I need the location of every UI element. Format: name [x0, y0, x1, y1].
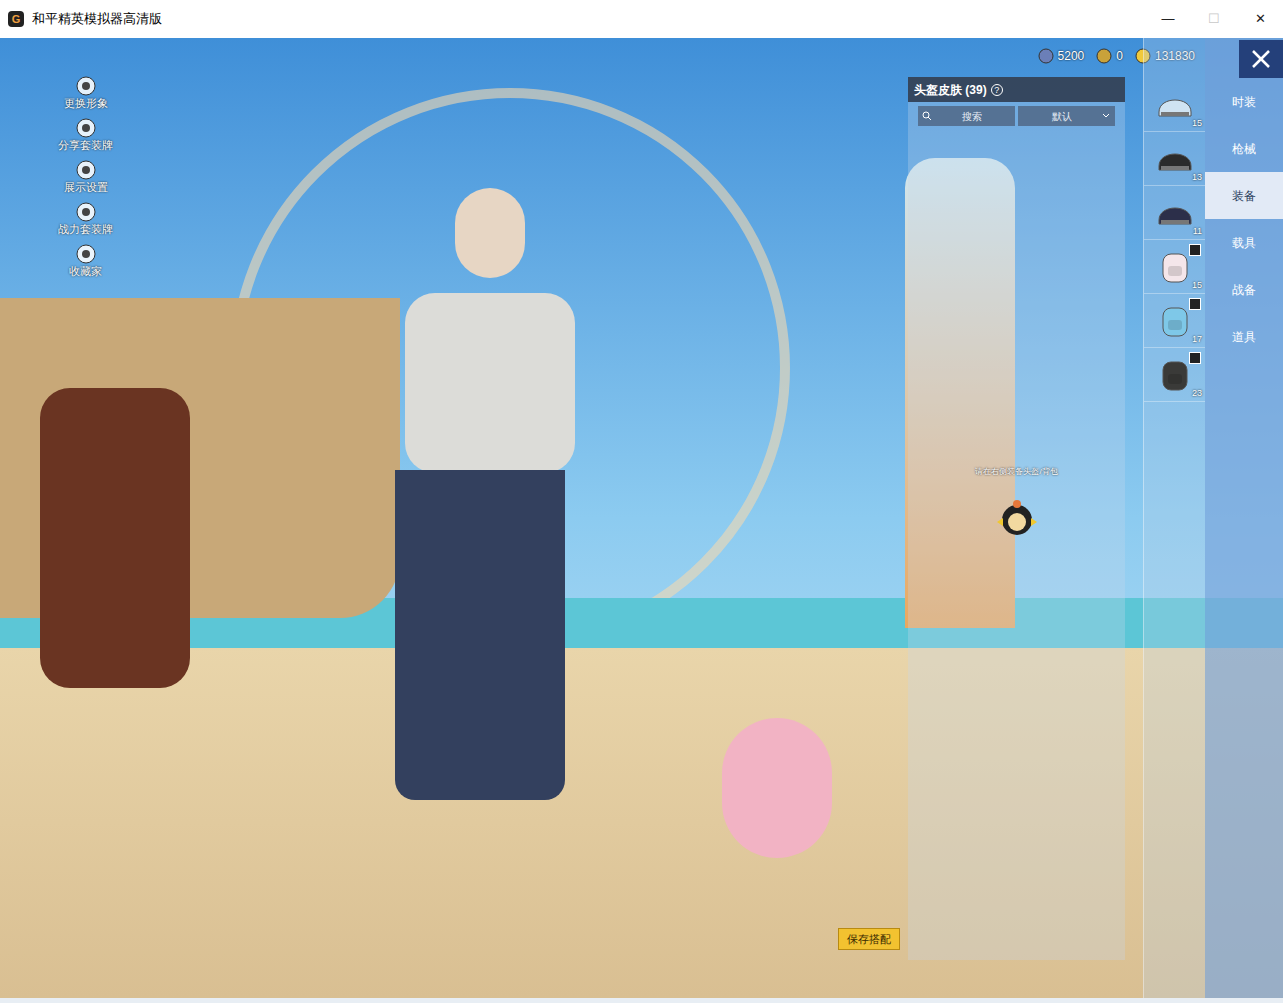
search-icon	[922, 111, 932, 121]
empty-hint: 请在右侧装备头盔/背包	[975, 466, 1057, 478]
scene-character-jeans	[395, 470, 565, 800]
side-menu-item[interactable]: 展示设置	[64, 160, 108, 194]
menu-icon	[76, 160, 96, 180]
slot-level: 15	[1192, 279, 1202, 293]
slot-level: 13	[1192, 171, 1202, 185]
category-tab[interactable]: 装备	[1205, 172, 1283, 219]
equipment-slot[interactable]: 17	[1144, 294, 1205, 348]
side-menu-item[interactable]: 更换形象	[64, 76, 108, 110]
badge-icon	[1189, 298, 1201, 310]
panel-header: 头盔皮肤 (39)?	[908, 77, 1125, 102]
side-menu-item[interactable]: 分享套装牌	[58, 118, 113, 152]
category-tab[interactable]: 道具	[1205, 313, 1283, 360]
menu-icon	[76, 244, 96, 264]
category-tab[interactable]: 枪械	[1205, 125, 1283, 172]
side-menu-item[interactable]: 战力套装牌	[58, 202, 113, 236]
close-button[interactable]	[1239, 40, 1283, 78]
equipment-slot[interactable]: 13	[1144, 132, 1205, 186]
category-tab[interactable]: 时装	[1205, 78, 1283, 125]
scene-pet	[722, 718, 832, 858]
scene-character-head	[455, 188, 525, 278]
scene-horse	[40, 388, 190, 688]
close-icon	[1250, 48, 1272, 70]
helmet-icon	[1155, 142, 1195, 176]
slot-level: 17	[1192, 333, 1202, 347]
badge-icon	[1189, 352, 1201, 364]
slot-level: 15	[1192, 117, 1202, 131]
currency: 0	[1096, 47, 1123, 65]
side-menu: 更换形象分享套装牌展示设置战力套装牌收藏家	[58, 76, 113, 278]
title-bar: G 和平精英模拟器高清版 —☐✕	[0, 0, 1283, 38]
tab-column: 时装枪械装备载具战备道具	[1205, 38, 1283, 998]
slot-level: 11	[1193, 225, 1202, 239]
slot-level: 23	[1192, 387, 1202, 401]
equipment-slot[interactable]: 11	[1144, 186, 1205, 240]
mascot-icon	[995, 498, 1039, 538]
panel-empty: 请在右侧装备头盔/背包	[908, 126, 1125, 960]
window-title: 和平精英模拟器高清版	[32, 9, 162, 29]
chevron-down-icon	[1101, 111, 1111, 121]
currency: 5200	[1038, 47, 1085, 65]
right-area: 头盔皮肤 (39)?搜索默认请在右侧装备头盔/背包151311151723时装枪…	[908, 38, 1283, 998]
helmet-icon	[1155, 88, 1195, 122]
badge-icon	[1189, 244, 1201, 256]
helmet-icon	[1155, 196, 1195, 230]
backpack-icon	[1157, 302, 1193, 340]
sort-dropdown[interactable]: 默认	[1018, 106, 1115, 126]
menu-icon	[76, 118, 96, 138]
equipment-slot[interactable]: 15	[1144, 240, 1205, 294]
app-window: G 和平精英模拟器高清版 —☐✕ 更换形象分享套装牌展示设置战力套装牌收藏家 5200 0…	[0, 0, 1283, 1003]
game-area: 更换形象分享套装牌展示设置战力套装牌收藏家52000131830保存搭配头盔皮肤…	[0, 38, 1283, 998]
window-bottom-border	[0, 998, 1283, 1003]
backpack-icon	[1157, 356, 1193, 394]
search-row: 搜索默认	[908, 102, 1125, 126]
side-menu-item[interactable]: 收藏家	[69, 244, 102, 278]
category-tab[interactable]: 载具	[1205, 219, 1283, 266]
slot-column: 15 13 11 15 17 23	[1143, 38, 1205, 998]
coin-icon	[1038, 48, 1054, 64]
save-outfit-button[interactable]: 保存搭配	[838, 928, 900, 950]
app-logo: G	[8, 11, 24, 27]
window-control-button: ☐	[1191, 0, 1237, 38]
equipment-slot[interactable]: 15	[1144, 78, 1205, 132]
skin-panel: 头盔皮肤 (39)?搜索默认请在右侧装备头盔/背包	[908, 77, 1125, 960]
menu-icon	[76, 76, 96, 96]
equipment-slot[interactable]: 23	[1144, 348, 1205, 402]
help-icon[interactable]: ?	[991, 84, 1003, 96]
coin-icon	[1096, 48, 1112, 64]
search-field[interactable]: 搜索	[918, 106, 1015, 126]
window-control-button[interactable]: ✕	[1237, 0, 1283, 38]
window-control-button[interactable]: —	[1145, 0, 1191, 38]
skin-panel-wrap: 头盔皮肤 (39)?搜索默认请在右侧装备头盔/背包	[908, 38, 1143, 998]
menu-icon	[76, 202, 96, 222]
backpack-icon	[1157, 248, 1193, 286]
category-tab[interactable]: 战备	[1205, 266, 1283, 313]
scene-character-shirt	[405, 293, 575, 473]
